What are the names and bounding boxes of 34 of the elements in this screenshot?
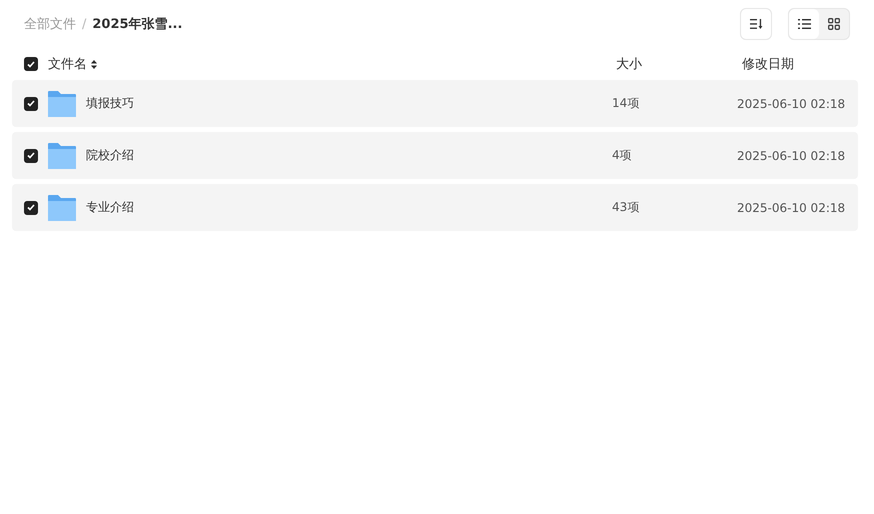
folder-icon — [47, 194, 77, 222]
sort-button[interactable] — [740, 8, 772, 40]
select-all-checkbox[interactable] — [24, 57, 38, 71]
modified-date: 2025-06-10 02:18 — [737, 96, 846, 110]
item-count: 4项 — [612, 147, 633, 164]
checkmark-icon — [27, 100, 35, 107]
folder-icon — [47, 142, 77, 170]
item-count: 43项 — [612, 199, 640, 216]
file-row[interactable]: 专业介绍 43项 2025-06-10 02:18 — [12, 184, 858, 231]
file-name: 院校介绍 — [86, 147, 135, 164]
grid-view-icon — [828, 18, 840, 30]
file-row[interactable]: 院校介绍 4项 2025-06-10 02:18 — [12, 132, 858, 179]
file-name: 专业介绍 — [86, 199, 135, 216]
folder-icon — [47, 90, 77, 118]
column-header[interactable]: 大小 — [616, 55, 642, 73]
row-checkbox[interactable] — [24, 96, 38, 110]
column-header[interactable]: 文件名 — [48, 55, 87, 73]
current-folder-title: 2025年张雪... — [92, 16, 182, 33]
row-checkbox[interactable] — [24, 148, 38, 162]
file-row[interactable]: 填报技巧 14项 2025-06-10 02:18 — [12, 80, 858, 127]
sort-icon — [750, 19, 762, 29]
modified-date: 2025-06-10 02:18 — [737, 148, 846, 162]
item-count: 14项 — [612, 95, 640, 112]
modified-date: 2025-06-10 02:18 — [737, 200, 846, 214]
sort-arrows-icon[interactable] — [91, 60, 97, 68]
checkmark-icon — [27, 60, 35, 68]
list-view-icon — [798, 19, 810, 29]
row-checkbox[interactable] — [24, 200, 38, 214]
checkmark-icon — [27, 204, 35, 211]
list-view-button[interactable] — [789, 9, 819, 39]
breadcrumb-separator: / — [82, 16, 86, 32]
checkmark-icon — [27, 152, 35, 159]
column-header[interactable]: 修改日期 — [742, 55, 794, 73]
file-name: 填报技巧 — [86, 95, 135, 112]
